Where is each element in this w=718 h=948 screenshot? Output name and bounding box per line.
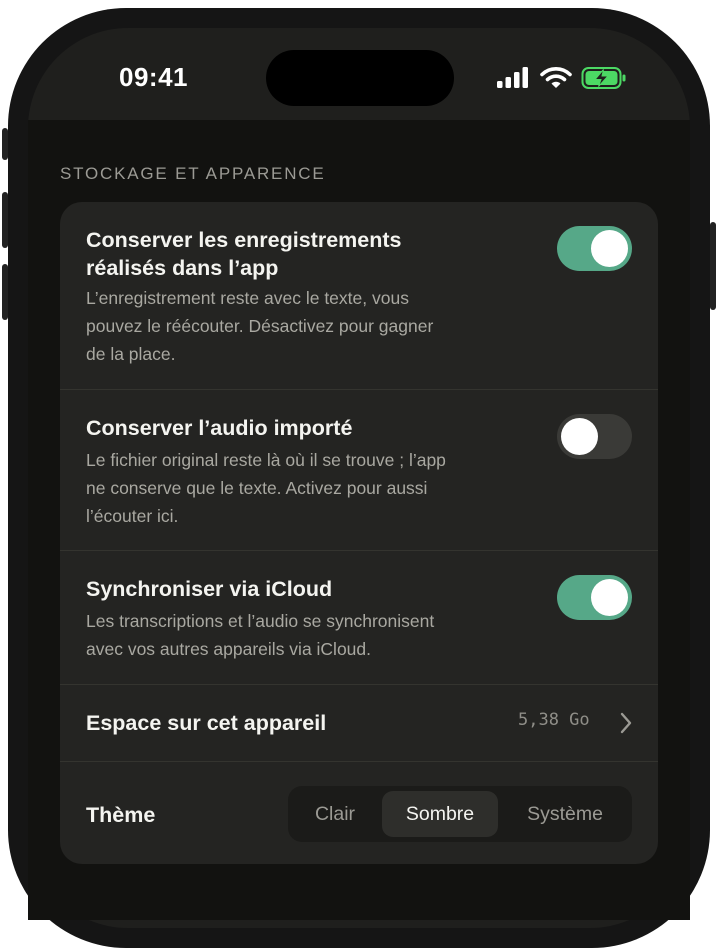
theme-option-systeme[interactable]: Système bbox=[504, 791, 626, 837]
toggle-knob bbox=[591, 579, 628, 616]
volume-down-button bbox=[2, 264, 8, 320]
section-title: STOCKAGE ET APPARENCE bbox=[60, 164, 326, 183]
icloud-sync-toggle[interactable] bbox=[557, 575, 632, 620]
setting-title: Conserver les enregistrements réalisés d… bbox=[86, 226, 556, 282]
setting-title-line: Conserver les enregistrements bbox=[86, 228, 402, 252]
setting-description-line: l’écouter ici. bbox=[86, 506, 179, 526]
battery-charging-icon bbox=[581, 67, 626, 89]
keep-imported-audio-toggle[interactable] bbox=[557, 414, 632, 459]
toggle-knob bbox=[591, 230, 628, 267]
setting-description: Le fichier original reste là où il se tr… bbox=[86, 446, 526, 530]
theme-segmented-control: Clair Sombre Système bbox=[288, 786, 632, 842]
storage-value: 5,38 Go bbox=[518, 710, 590, 730]
keep-recordings-toggle[interactable] bbox=[557, 226, 632, 271]
action-button bbox=[2, 128, 8, 160]
theme-option-sombre[interactable]: Sombre bbox=[382, 791, 498, 837]
setting-title: Conserver l’audio importé bbox=[86, 414, 556, 442]
setting-description-line: de la place. bbox=[86, 344, 176, 364]
wifi-icon bbox=[540, 67, 572, 88]
settings-card: Conserver les enregistrements réalisés d… bbox=[60, 202, 658, 864]
setting-description-line: pouvez le réécouter. Désactivez pour gag… bbox=[86, 316, 434, 336]
storage-label: Espace sur cet appareil bbox=[86, 711, 327, 735]
setting-row-keep-imported-audio: Conserver l’audio importé Le fichier ori… bbox=[60, 390, 658, 550]
signal-bars-icon bbox=[497, 67, 528, 88]
setting-title-line: réalisés dans l’app bbox=[86, 256, 279, 280]
setting-description-line: ne conserve que le texte. Activez pour a… bbox=[86, 478, 428, 498]
theme-option-clair[interactable]: Clair bbox=[294, 791, 376, 837]
setting-description: Les transcriptions et l’audio se synchro… bbox=[86, 607, 526, 663]
status-time: 09:41 bbox=[119, 62, 188, 92]
setting-description-line: Les transcriptions et l’audio se synchro… bbox=[86, 611, 435, 631]
chevron-right-icon bbox=[620, 712, 632, 734]
dynamic-island bbox=[266, 50, 454, 106]
setting-description-line: avec vos autres appareils via iCloud. bbox=[86, 639, 372, 659]
setting-title-line: Synchroniser via iCloud bbox=[86, 577, 333, 601]
volume-up-button bbox=[2, 192, 8, 248]
power-button bbox=[710, 222, 716, 310]
setting-description-line: Le fichier original reste là où il se tr… bbox=[86, 450, 446, 470]
toggle-knob bbox=[561, 418, 598, 455]
setting-row-icloud-sync: Synchroniser via iCloud Les transcriptio… bbox=[60, 551, 658, 684]
setting-title: Synchroniser via iCloud bbox=[86, 575, 556, 603]
setting-description-line: L’enregistrement reste avec le texte, vo… bbox=[86, 288, 409, 308]
setting-description: L’enregistrement reste avec le texte, vo… bbox=[86, 284, 526, 368]
setting-row-keep-recordings: Conserver les enregistrements réalisés d… bbox=[60, 202, 658, 389]
setting-title-line: Conserver l’audio importé bbox=[86, 416, 353, 440]
